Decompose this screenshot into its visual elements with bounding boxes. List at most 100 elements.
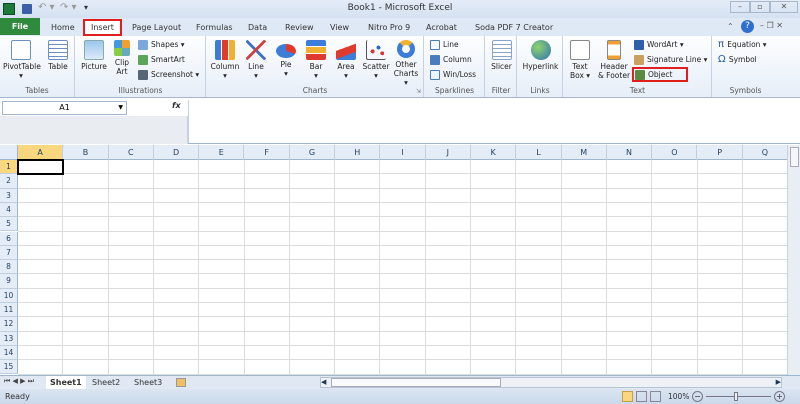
tab-review[interactable]: Review (279, 20, 320, 36)
shapes-button[interactable]: Shapes ▾ (138, 39, 185, 51)
scroll-thumb[interactable] (790, 147, 799, 167)
zoom-slider[interactable] (706, 392, 771, 401)
row-header-12[interactable]: 12 (0, 317, 18, 332)
page-break-view-button[interactable] (650, 391, 661, 402)
zoom-in-button[interactable]: + (774, 391, 785, 402)
column-header-N[interactable]: N (607, 145, 653, 160)
line-chart-button[interactable]: Line ▾ (243, 40, 269, 80)
sheet-tab-sheet1[interactable]: Sheet1 (46, 376, 86, 389)
row-header-10[interactable]: 10 (0, 288, 18, 303)
column-header-B[interactable]: B (63, 145, 109, 160)
tab-data[interactable]: Data (242, 20, 273, 36)
insert-sheet-icon[interactable] (176, 378, 186, 387)
text-box-button[interactable]: Text Box ▾ (566, 40, 594, 80)
fx-button[interactable]: fx (172, 101, 181, 110)
row-header-6[interactable]: 6 (0, 231, 18, 246)
row-header-1[interactable]: 1 (0, 160, 18, 175)
row-header-15[interactable]: 15 (0, 360, 18, 375)
tab-view[interactable]: View (324, 20, 355, 36)
scroll-thumb[interactable] (331, 378, 501, 387)
column-header-Q[interactable]: Q (743, 145, 789, 160)
tab-file[interactable]: File (0, 18, 40, 35)
area-chart-button[interactable]: Area ▾ (333, 40, 359, 80)
row-header-4[interactable]: 4 (0, 202, 18, 218)
column-header-O[interactable]: O (652, 145, 698, 160)
column-header-M[interactable]: M (562, 145, 607, 160)
column-chart-button[interactable]: Column ▾ (209, 40, 241, 80)
hyperlink-button[interactable]: Hyperlink (520, 40, 561, 71)
object-button[interactable]: Object (632, 67, 688, 82)
row-header-2[interactable]: 2 (0, 174, 18, 189)
vertical-scrollbar[interactable] (787, 145, 800, 375)
sparkline-column-button[interactable]: Column (430, 54, 472, 66)
help-icon[interactable]: ? (741, 20, 754, 33)
sparkline-winloss-button[interactable]: Win/Loss (430, 69, 476, 81)
row-header-7[interactable]: 7 (0, 245, 18, 261)
name-box[interactable]: A1 ▼ (2, 101, 127, 115)
row-header-13[interactable]: 13 (0, 331, 18, 346)
bar-chart-button[interactable]: Bar ▾ (303, 40, 329, 80)
column-header-D[interactable]: D (154, 145, 200, 160)
scatter-chart-button[interactable]: Scatter ▾ (361, 40, 391, 80)
tab-insert[interactable]: Insert (83, 19, 122, 36)
group-links: Hyperlink Links (518, 36, 563, 97)
zoom-level[interactable]: 100% (668, 392, 689, 401)
column-header-F[interactable]: F (245, 145, 290, 160)
workbook-window-controls[interactable]: – ❐ ✕ (760, 21, 783, 30)
pivottable-button[interactable]: PivotTable ▾ (3, 40, 41, 80)
normal-view-button[interactable] (622, 391, 633, 402)
active-cell[interactable] (17, 159, 65, 176)
tab-home[interactable]: Home (45, 20, 81, 36)
header-footer-button[interactable]: Header & Footer (596, 40, 632, 80)
tab-acrobat[interactable]: Acrobat (420, 20, 463, 36)
signature-line-icon (634, 55, 644, 65)
column-header-L[interactable]: L (516, 145, 562, 160)
symbol-button[interactable]: Ω Symbol (718, 54, 757, 66)
column-header-C[interactable]: C (109, 145, 154, 160)
sparkline-line-button[interactable]: Line (430, 39, 459, 51)
row-header-14[interactable]: 14 (0, 345, 18, 361)
tab-nitro[interactable]: Nitro Pro 9 (362, 20, 416, 36)
minimize-ribbon-icon[interactable]: ⌃ (727, 22, 734, 31)
row-header-5[interactable]: 5 (0, 217, 18, 232)
formula-input[interactable] (188, 100, 798, 143)
sheet-tab-sheet2[interactable]: Sheet2 (88, 376, 124, 389)
restore-button[interactable]: ▫ (750, 1, 770, 13)
pie-chart-button[interactable]: Pie ▾ (273, 40, 299, 78)
tab-page-layout[interactable]: Page Layout (126, 20, 187, 36)
charts-dialog-launcher[interactable]: ⇲ (416, 88, 421, 95)
horizontal-scrollbar[interactable]: ◀ ▶ (320, 377, 782, 388)
clip-art-button[interactable]: Clip Art (111, 40, 133, 76)
column-header-K[interactable]: K (471, 145, 517, 160)
minimize-button[interactable]: – (730, 1, 750, 13)
screenshot-button[interactable]: Screenshot ▾ (138, 69, 199, 81)
sparkline-winloss-icon (430, 70, 440, 80)
slicer-button[interactable]: Slicer (488, 40, 515, 71)
row-header-9[interactable]: 9 (0, 274, 18, 289)
row-header-8[interactable]: 8 (0, 260, 18, 275)
signature-line-button[interactable]: Signature Line ▾ (634, 54, 707, 66)
column-header-A[interactable]: A (18, 145, 64, 160)
smartart-button[interactable]: SmartArt (138, 54, 185, 66)
column-header-P[interactable]: P (698, 145, 743, 160)
row-header-11[interactable]: 11 (0, 303, 18, 318)
tab-formulas[interactable]: Formulas (190, 20, 239, 36)
column-header-E[interactable]: E (199, 145, 245, 160)
other-charts-button[interactable]: Other Charts ▾ (392, 40, 420, 87)
select-all-button[interactable] (0, 145, 18, 160)
tab-soda-pdf[interactable]: Soda PDF 7 Creator (469, 20, 559, 36)
column-header-J[interactable]: J (426, 145, 471, 160)
row-header-3[interactable]: 3 (0, 188, 18, 203)
picture-button[interactable]: Picture (79, 40, 109, 71)
wordart-button[interactable]: WordArt ▾ (634, 39, 684, 51)
column-header-H[interactable]: H (335, 145, 381, 160)
column-header-I[interactable]: I (380, 145, 426, 160)
sheet-navigation-buttons[interactable]: ⏮ ◀ ▶ ⏭ (4, 377, 34, 386)
table-button[interactable]: Table (44, 40, 72, 71)
page-layout-view-button[interactable] (636, 391, 647, 402)
equation-button[interactable]: π Equation ▾ (718, 39, 767, 51)
close-button[interactable]: ✕ (770, 1, 798, 13)
sheet-tab-sheet3[interactable]: Sheet3 (130, 376, 166, 389)
zoom-out-button[interactable]: − (692, 391, 703, 402)
column-header-G[interactable]: G (290, 145, 336, 160)
